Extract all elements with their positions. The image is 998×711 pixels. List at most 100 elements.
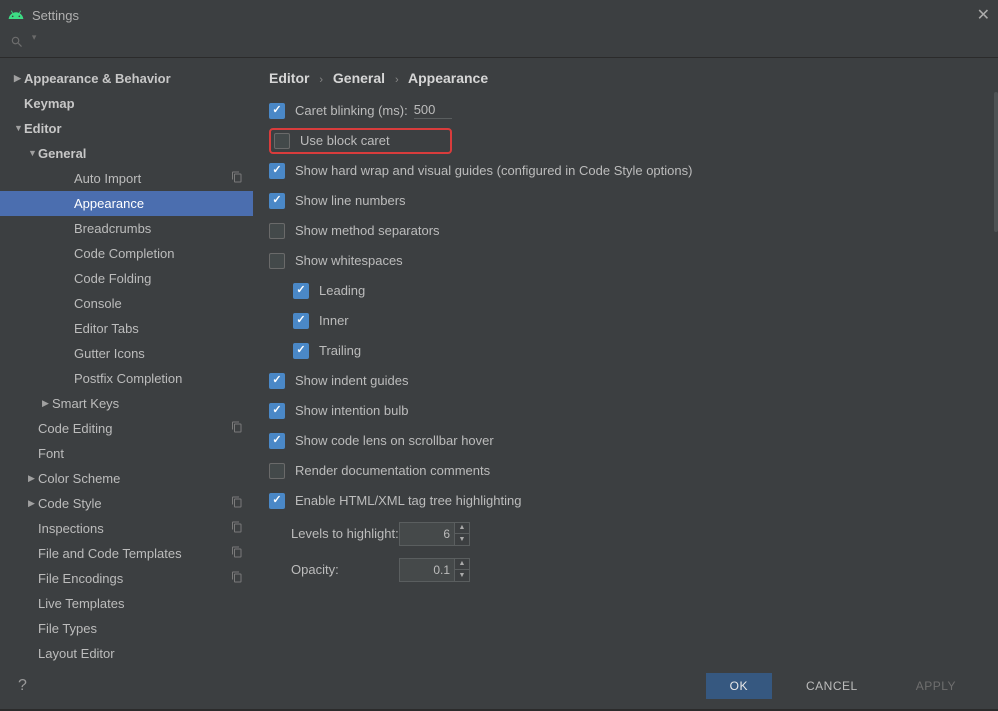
sidebar-item-label: Inspections xyxy=(38,521,104,536)
sidebar-item-label: Breadcrumbs xyxy=(74,221,151,236)
use-block-caret-checkbox[interactable] xyxy=(274,133,290,149)
close-icon[interactable]: ✕ xyxy=(977,5,990,25)
highlight-box: Use block caret xyxy=(269,128,452,154)
trailing-checkbox[interactable] xyxy=(293,343,309,359)
sidebar-item-auto-import[interactable]: Auto Import xyxy=(0,166,253,191)
sidebar-item-live-templates[interactable]: Live Templates xyxy=(0,591,253,616)
copy-icon[interactable] xyxy=(231,571,243,586)
spinner-up-icon[interactable]: ▲ xyxy=(455,559,469,570)
sidebar-item-editor-tabs[interactable]: Editor Tabs xyxy=(0,316,253,341)
caret-right-icon xyxy=(28,498,38,509)
show-indent-guides-checkbox[interactable] xyxy=(269,373,285,389)
sidebar-item-label: Gutter Icons xyxy=(74,346,145,361)
sidebar-item-code-style[interactable]: Code Style xyxy=(0,491,253,516)
levels-input[interactable] xyxy=(399,522,455,546)
caret-right-icon xyxy=(28,473,38,484)
opacity-input[interactable] xyxy=(399,558,455,582)
show-whitespaces-row: Show whitespaces xyxy=(269,246,982,276)
render-doc-checkbox[interactable] xyxy=(269,463,285,479)
apply-button[interactable]: APPLY xyxy=(892,673,980,699)
show-code-lens-label: Show code lens on scrollbar hover xyxy=(295,433,494,448)
sidebar-item-smart-keys[interactable]: Smart Keys xyxy=(0,391,253,416)
show-intention-bulb-checkbox[interactable] xyxy=(269,403,285,419)
cancel-button[interactable]: CANCEL xyxy=(782,673,882,699)
sidebar-item-label: Appearance xyxy=(74,196,144,211)
sidebar-item-label: Font xyxy=(38,446,64,461)
breadcrumb-general[interactable]: General xyxy=(333,70,385,86)
show-hard-wrap-label: Show hard wrap and visual guides (config… xyxy=(295,163,692,178)
sidebar-item-keymap[interactable]: Keymap xyxy=(0,91,253,116)
breadcrumb: Editor › General › Appearance xyxy=(253,58,998,92)
breadcrumb-editor[interactable]: Editor xyxy=(269,70,309,86)
show-whitespaces-checkbox[interactable] xyxy=(269,253,285,269)
main-panel: Editor › General › Appearance Caret blin… xyxy=(253,58,998,664)
levels-row: Levels to highlight: ▲ ▼ xyxy=(269,516,982,552)
trailing-row: Trailing xyxy=(269,336,982,366)
sidebar-item-code-editing[interactable]: Code Editing xyxy=(0,416,253,441)
sidebar-item-editor[interactable]: Editor xyxy=(0,116,253,141)
spinner-up-icon[interactable]: ▲ xyxy=(455,523,469,534)
sidebar-item-file-encodings[interactable]: File Encodings xyxy=(0,566,253,591)
opacity-row: Opacity: ▲ ▼ xyxy=(269,552,982,588)
help-icon[interactable]: ? xyxy=(18,677,27,695)
sidebar-item-label: File Types xyxy=(38,621,97,636)
settings-sidebar[interactable]: Appearance & BehaviorKeymapEditorGeneral… xyxy=(0,58,253,664)
sidebar-item-code-folding[interactable]: Code Folding xyxy=(0,266,253,291)
breadcrumb-appearance: Appearance xyxy=(408,70,488,86)
leading-label: Leading xyxy=(319,283,365,298)
sidebar-item-breadcrumbs[interactable]: Breadcrumbs xyxy=(0,216,253,241)
sidebar-item-label: Color Scheme xyxy=(38,471,120,486)
sidebar-item-layout-editor[interactable]: Layout Editor xyxy=(0,641,253,664)
sidebar-item-file-and-code-templates[interactable]: File and Code Templates xyxy=(0,541,253,566)
sidebar-item-label: Code Completion xyxy=(74,246,174,261)
caret-right-icon xyxy=(42,398,52,409)
sidebar-item-console[interactable]: Console xyxy=(0,291,253,316)
sidebar-item-appearance-behavior[interactable]: Appearance & Behavior xyxy=(0,66,253,91)
enable-html-checkbox[interactable] xyxy=(269,493,285,509)
sidebar-item-postfix-completion[interactable]: Postfix Completion xyxy=(0,366,253,391)
enable-html-row: Enable HTML/XML tag tree highlighting xyxy=(269,486,982,516)
sidebar-item-label: Code Editing xyxy=(38,421,112,436)
inner-checkbox[interactable] xyxy=(293,313,309,329)
scrollbar[interactable] xyxy=(994,92,998,664)
sidebar-item-file-types[interactable]: File Types xyxy=(0,616,253,641)
caret-blinking-value[interactable]: 500 xyxy=(414,102,452,119)
window-title: Settings xyxy=(32,8,79,23)
copy-icon[interactable] xyxy=(231,496,243,511)
caret-blinking-row: Caret blinking (ms): 500 xyxy=(269,96,982,126)
levels-label: Levels to highlight: xyxy=(291,526,399,541)
copy-icon[interactable] xyxy=(231,521,243,536)
caret-blinking-checkbox[interactable] xyxy=(269,103,285,119)
caret-down-icon xyxy=(28,148,38,158)
copy-icon[interactable] xyxy=(231,546,243,561)
search-icon[interactable] xyxy=(10,33,36,49)
android-icon xyxy=(8,7,24,23)
copy-icon[interactable] xyxy=(231,421,243,436)
sidebar-item-color-scheme[interactable]: Color Scheme xyxy=(0,466,253,491)
sidebar-item-inspections[interactable]: Inspections xyxy=(0,516,253,541)
sidebar-item-label: Postfix Completion xyxy=(74,371,182,386)
inner-row: Inner xyxy=(269,306,982,336)
levels-spinner[interactable]: ▲ ▼ xyxy=(455,522,470,546)
show-line-numbers-row: Show line numbers xyxy=(269,186,982,216)
show-hard-wrap-row: Show hard wrap and visual guides (config… xyxy=(269,156,982,186)
show-method-separators-checkbox[interactable] xyxy=(269,223,285,239)
leading-checkbox[interactable] xyxy=(293,283,309,299)
sidebar-item-gutter-icons[interactable]: Gutter Icons xyxy=(0,341,253,366)
ok-button[interactable]: OK xyxy=(706,673,772,699)
show-code-lens-checkbox[interactable] xyxy=(269,433,285,449)
sidebar-item-font[interactable]: Font xyxy=(0,441,253,466)
use-block-caret-label: Use block caret xyxy=(300,133,390,148)
opacity-spinner[interactable]: ▲ ▼ xyxy=(455,558,470,582)
show-method-separators-row: Show method separators xyxy=(269,216,982,246)
spinner-down-icon[interactable]: ▼ xyxy=(455,570,469,581)
leading-row: Leading xyxy=(269,276,982,306)
show-hard-wrap-checkbox[interactable] xyxy=(269,163,285,179)
sidebar-item-code-completion[interactable]: Code Completion xyxy=(0,241,253,266)
sidebar-item-general[interactable]: General xyxy=(0,141,253,166)
sidebar-item-appearance[interactable]: Appearance xyxy=(0,191,253,216)
render-doc-row: Render documentation comments xyxy=(269,456,982,486)
show-line-numbers-checkbox[interactable] xyxy=(269,193,285,209)
spinner-down-icon[interactable]: ▼ xyxy=(455,534,469,545)
copy-icon[interactable] xyxy=(231,171,243,186)
